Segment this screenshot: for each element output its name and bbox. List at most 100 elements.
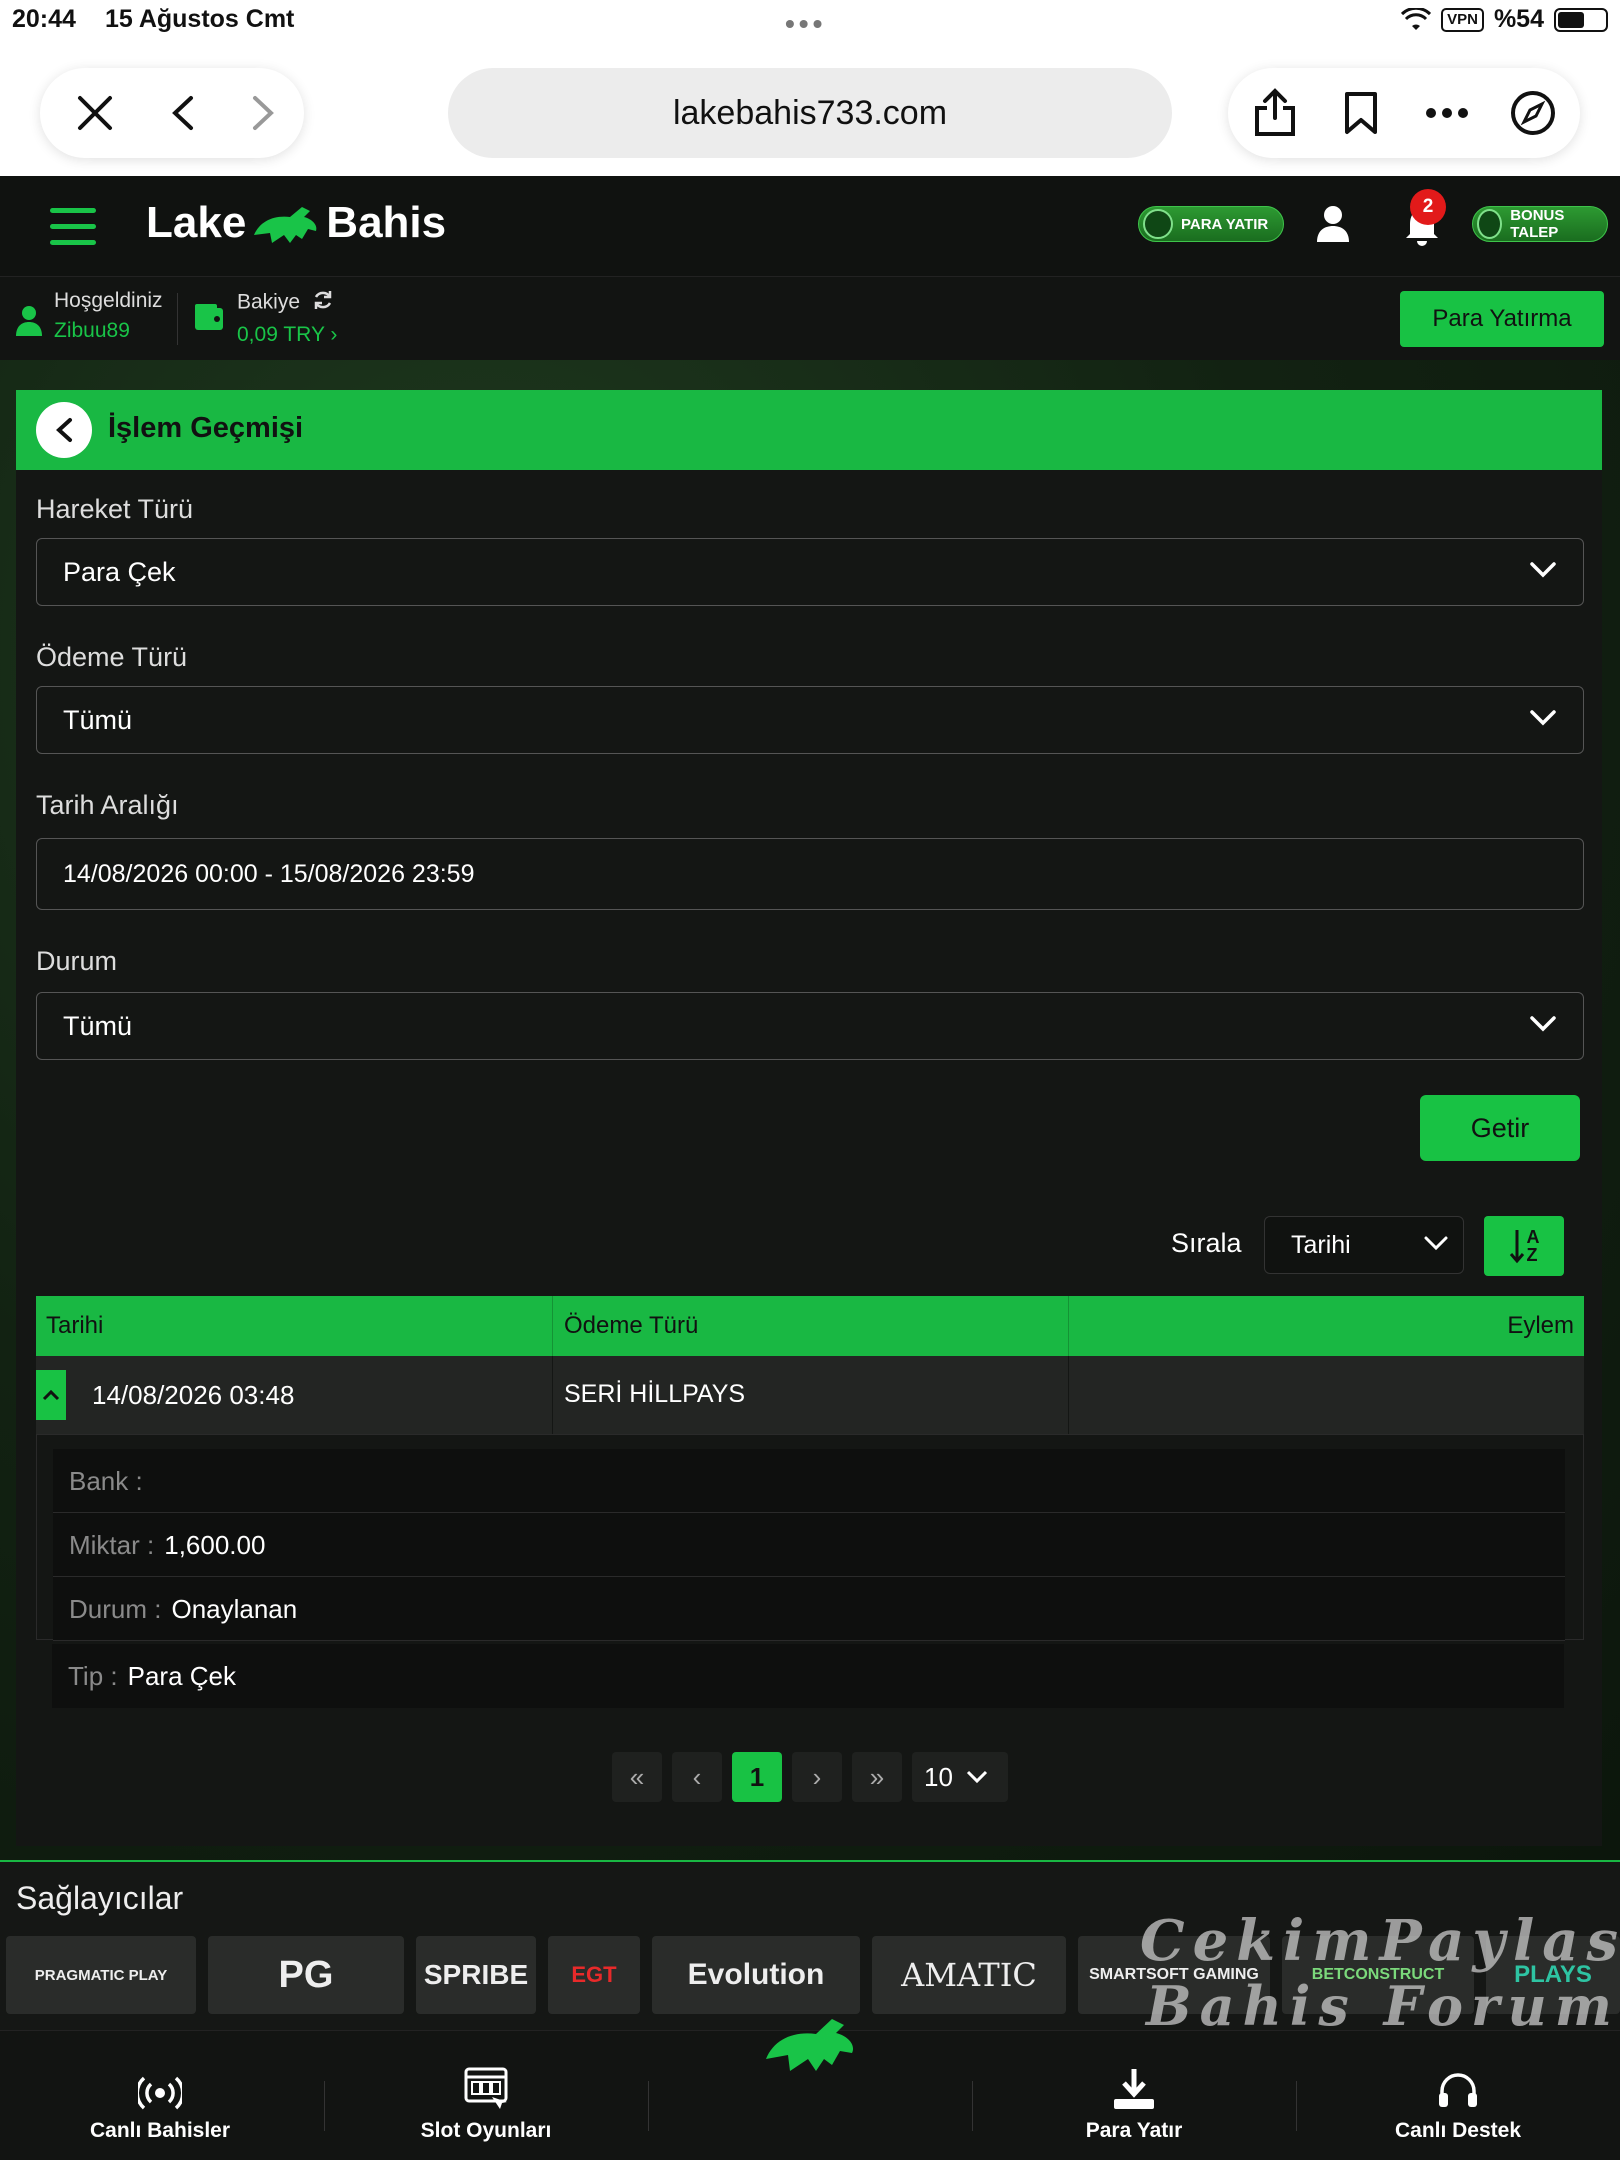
- provider-amatic[interactable]: AMATIC: [872, 1936, 1066, 2014]
- sort-direction-button[interactable]: A Z: [1484, 1216, 1564, 1276]
- back-icon[interactable]: [156, 86, 210, 140]
- provider-egt[interactable]: EGT: [548, 1936, 640, 2014]
- battery-percent: %54: [1493, 5, 1544, 33]
- provider-pragmatic[interactable]: PRAGMATIC PLAY: [6, 1936, 196, 2014]
- nav-slot-oyunlari-label: Slot Oyunları: [420, 2119, 552, 2142]
- nav-para-yatir-label: Para Yatır: [1085, 2119, 1183, 2142]
- page-title: İşlem Geçmişi: [108, 412, 304, 444]
- user-info-bar: Hoşgeldiniz Zibuu89 Bakiye 0,09 TRY › Pa…: [0, 276, 1620, 360]
- site-header: Lake Bahis PARA YATIR 2 BONUS TALEP: [0, 176, 1620, 276]
- transaction-history-card: İşlem Geçmişi Hareket Türü Para Çek Ödem…: [16, 390, 1602, 1846]
- nav-para-yatir[interactable]: Para Yatır: [1004, 2065, 1264, 2143]
- browser-actions-group: [1228, 68, 1580, 158]
- close-icon[interactable]: [68, 86, 122, 140]
- browser-nav-group: [40, 68, 304, 158]
- detail-durum-key: Durum :: [69, 1594, 162, 1624]
- pagination-next[interactable]: ›: [792, 1752, 842, 1802]
- detail-tip-key: Tip :: [68, 1661, 118, 1691]
- logo-text-right: Bahis: [326, 198, 447, 247]
- para-yatir-label: PARA YATIR: [1181, 215, 1269, 233]
- slot-machine-icon: [356, 2065, 616, 2111]
- sort-select[interactable]: Tarihi: [1264, 1216, 1464, 1274]
- card-header: İşlem Geçmişi: [16, 390, 1602, 470]
- status-bar: 20:44 15 Ağustos Cmt ••• VPN %54: [0, 0, 1620, 40]
- table-header: Tarihi Ödeme Türü Eylem: [36, 1296, 1584, 1356]
- row-date: 14/08/2026 03:48: [92, 1380, 295, 1410]
- hareket-turu-value: Para Çek: [63, 557, 176, 587]
- battery-icon: [1554, 7, 1608, 32]
- detail-bank-key: Bank :: [69, 1466, 143, 1496]
- durum-label: Durum: [36, 946, 118, 976]
- provider-spribe[interactable]: SPRIBE: [416, 1936, 536, 2014]
- tarih-araligi-label: Tarih Aralığı: [36, 790, 179, 820]
- watermark-line1: CekimPaylas: [1140, 1908, 1620, 1974]
- tarih-araligi-input[interactable]: 14/08/2026 00:00 - 15/08/2026 23:59: [36, 838, 1584, 910]
- compass-icon[interactable]: [1506, 86, 1560, 140]
- chevron-down-icon: [1530, 1016, 1556, 1032]
- bottom-navigation: Canlı Bahisler Slot Oyunları Para Yatır …: [0, 2019, 1620, 2160]
- watermark: CekimPaylas Bahis Forum: [1140, 1908, 1620, 2038]
- browser-toolbar: lakebahis733.com: [0, 40, 1620, 176]
- getir-button[interactable]: Getir: [1420, 1095, 1580, 1161]
- nav-canli-bahisler[interactable]: Canlı Bahisler: [30, 2065, 290, 2143]
- broadcast-icon: [30, 2065, 290, 2111]
- chevron-down-icon: [966, 1770, 987, 1784]
- chevron-down-icon: [1530, 710, 1556, 726]
- nav-slot-oyunlari[interactable]: Slot Oyunları: [356, 2065, 616, 2143]
- provider-evolution[interactable]: Evolution: [652, 1936, 860, 2014]
- page-size-select[interactable]: 10: [912, 1752, 1008, 1802]
- pagination-first[interactable]: «: [612, 1752, 662, 1802]
- bonus-talep-label: BONUS TALEP: [1510, 207, 1565, 241]
- balance-block[interactable]: Bakiye 0,09 TRY ›: [237, 289, 337, 347]
- more-icon[interactable]: [1420, 86, 1474, 140]
- durum-select[interactable]: Tümü: [36, 992, 1584, 1060]
- bull-home-icon[interactable]: [760, 2009, 860, 2080]
- status-date: 15 Ağustos Cmt: [105, 5, 295, 33]
- logo-text-left: Lake: [146, 198, 247, 247]
- hareket-turu-select[interactable]: Para Çek: [36, 538, 1584, 606]
- sort-icon-a: A: [1526, 1227, 1540, 1247]
- detail-durum-value: Onaylanan: [171, 1594, 298, 1624]
- multitask-dots[interactable]: •••: [785, 8, 826, 40]
- detail-miktar: Miktar : 1,600.00: [53, 1513, 1565, 1577]
- chevron-down-icon: [1530, 562, 1556, 578]
- table-row[interactable]: 14/08/2026 03:48 SERİ HİLLPAYS: [36, 1356, 1584, 1434]
- nav-canli-destek[interactable]: Canlı Destek: [1328, 2065, 1588, 2143]
- row-details: Bank : Miktar : 1,600.00 Durum : Onaylanan: [36, 1434, 1584, 1641]
- pagination-last[interactable]: »: [852, 1752, 902, 1802]
- col-header-tarihi[interactable]: Tarihi: [46, 1312, 103, 1340]
- odeme-turu-select[interactable]: Tümü: [36, 686, 1584, 754]
- wallet-icon: [194, 303, 224, 336]
- site-logo[interactable]: Lake Bahis: [146, 198, 446, 248]
- para-yatirma-button[interactable]: Para Yatırma: [1400, 291, 1604, 347]
- status-time: 20:44: [12, 5, 76, 33]
- download-icon: [1004, 2065, 1264, 2111]
- col-header-odeme-turu[interactable]: Ödeme Türü: [564, 1312, 698, 1340]
- sort-icon-z: Z: [1526, 1245, 1538, 1265]
- back-button[interactable]: [36, 402, 92, 458]
- detail-miktar-value: 1,600.00: [164, 1530, 266, 1560]
- detail-bank: Bank :: [53, 1449, 1565, 1513]
- durum-value: Tümü: [63, 1011, 133, 1041]
- refresh-icon[interactable]: [312, 289, 334, 317]
- notification-badge: 2: [1410, 189, 1446, 225]
- pagination-prev[interactable]: ‹: [672, 1752, 722, 1802]
- menu-icon[interactable]: [50, 208, 96, 248]
- hareket-turu-label: Hareket Türü: [36, 494, 194, 524]
- balance-label: Bakiye: [237, 290, 301, 314]
- nav-canli-destek-label: Canlı Destek: [1394, 2119, 1522, 2142]
- bookmark-icon[interactable]: [1334, 86, 1388, 140]
- user-icon[interactable]: [1316, 204, 1350, 249]
- forward-icon[interactable]: [236, 86, 290, 140]
- provider-pg[interactable]: PG: [208, 1936, 404, 2014]
- balance-value: 0,09 TRY: [237, 323, 325, 346]
- bonus-talep-button[interactable]: BONUS TALEP: [1472, 206, 1608, 242]
- para-yatir-button[interactable]: PARA YATIR: [1138, 206, 1284, 242]
- collapse-row-button[interactable]: [36, 1370, 66, 1420]
- username: Zibuu89: [54, 319, 130, 342]
- url-bar[interactable]: lakebahis733.com: [448, 68, 1172, 158]
- pagination-current[interactable]: 1: [732, 1752, 782, 1802]
- chevron-left-icon: [56, 418, 72, 442]
- wifi-icon: [1401, 7, 1432, 30]
- share-icon[interactable]: [1248, 86, 1302, 140]
